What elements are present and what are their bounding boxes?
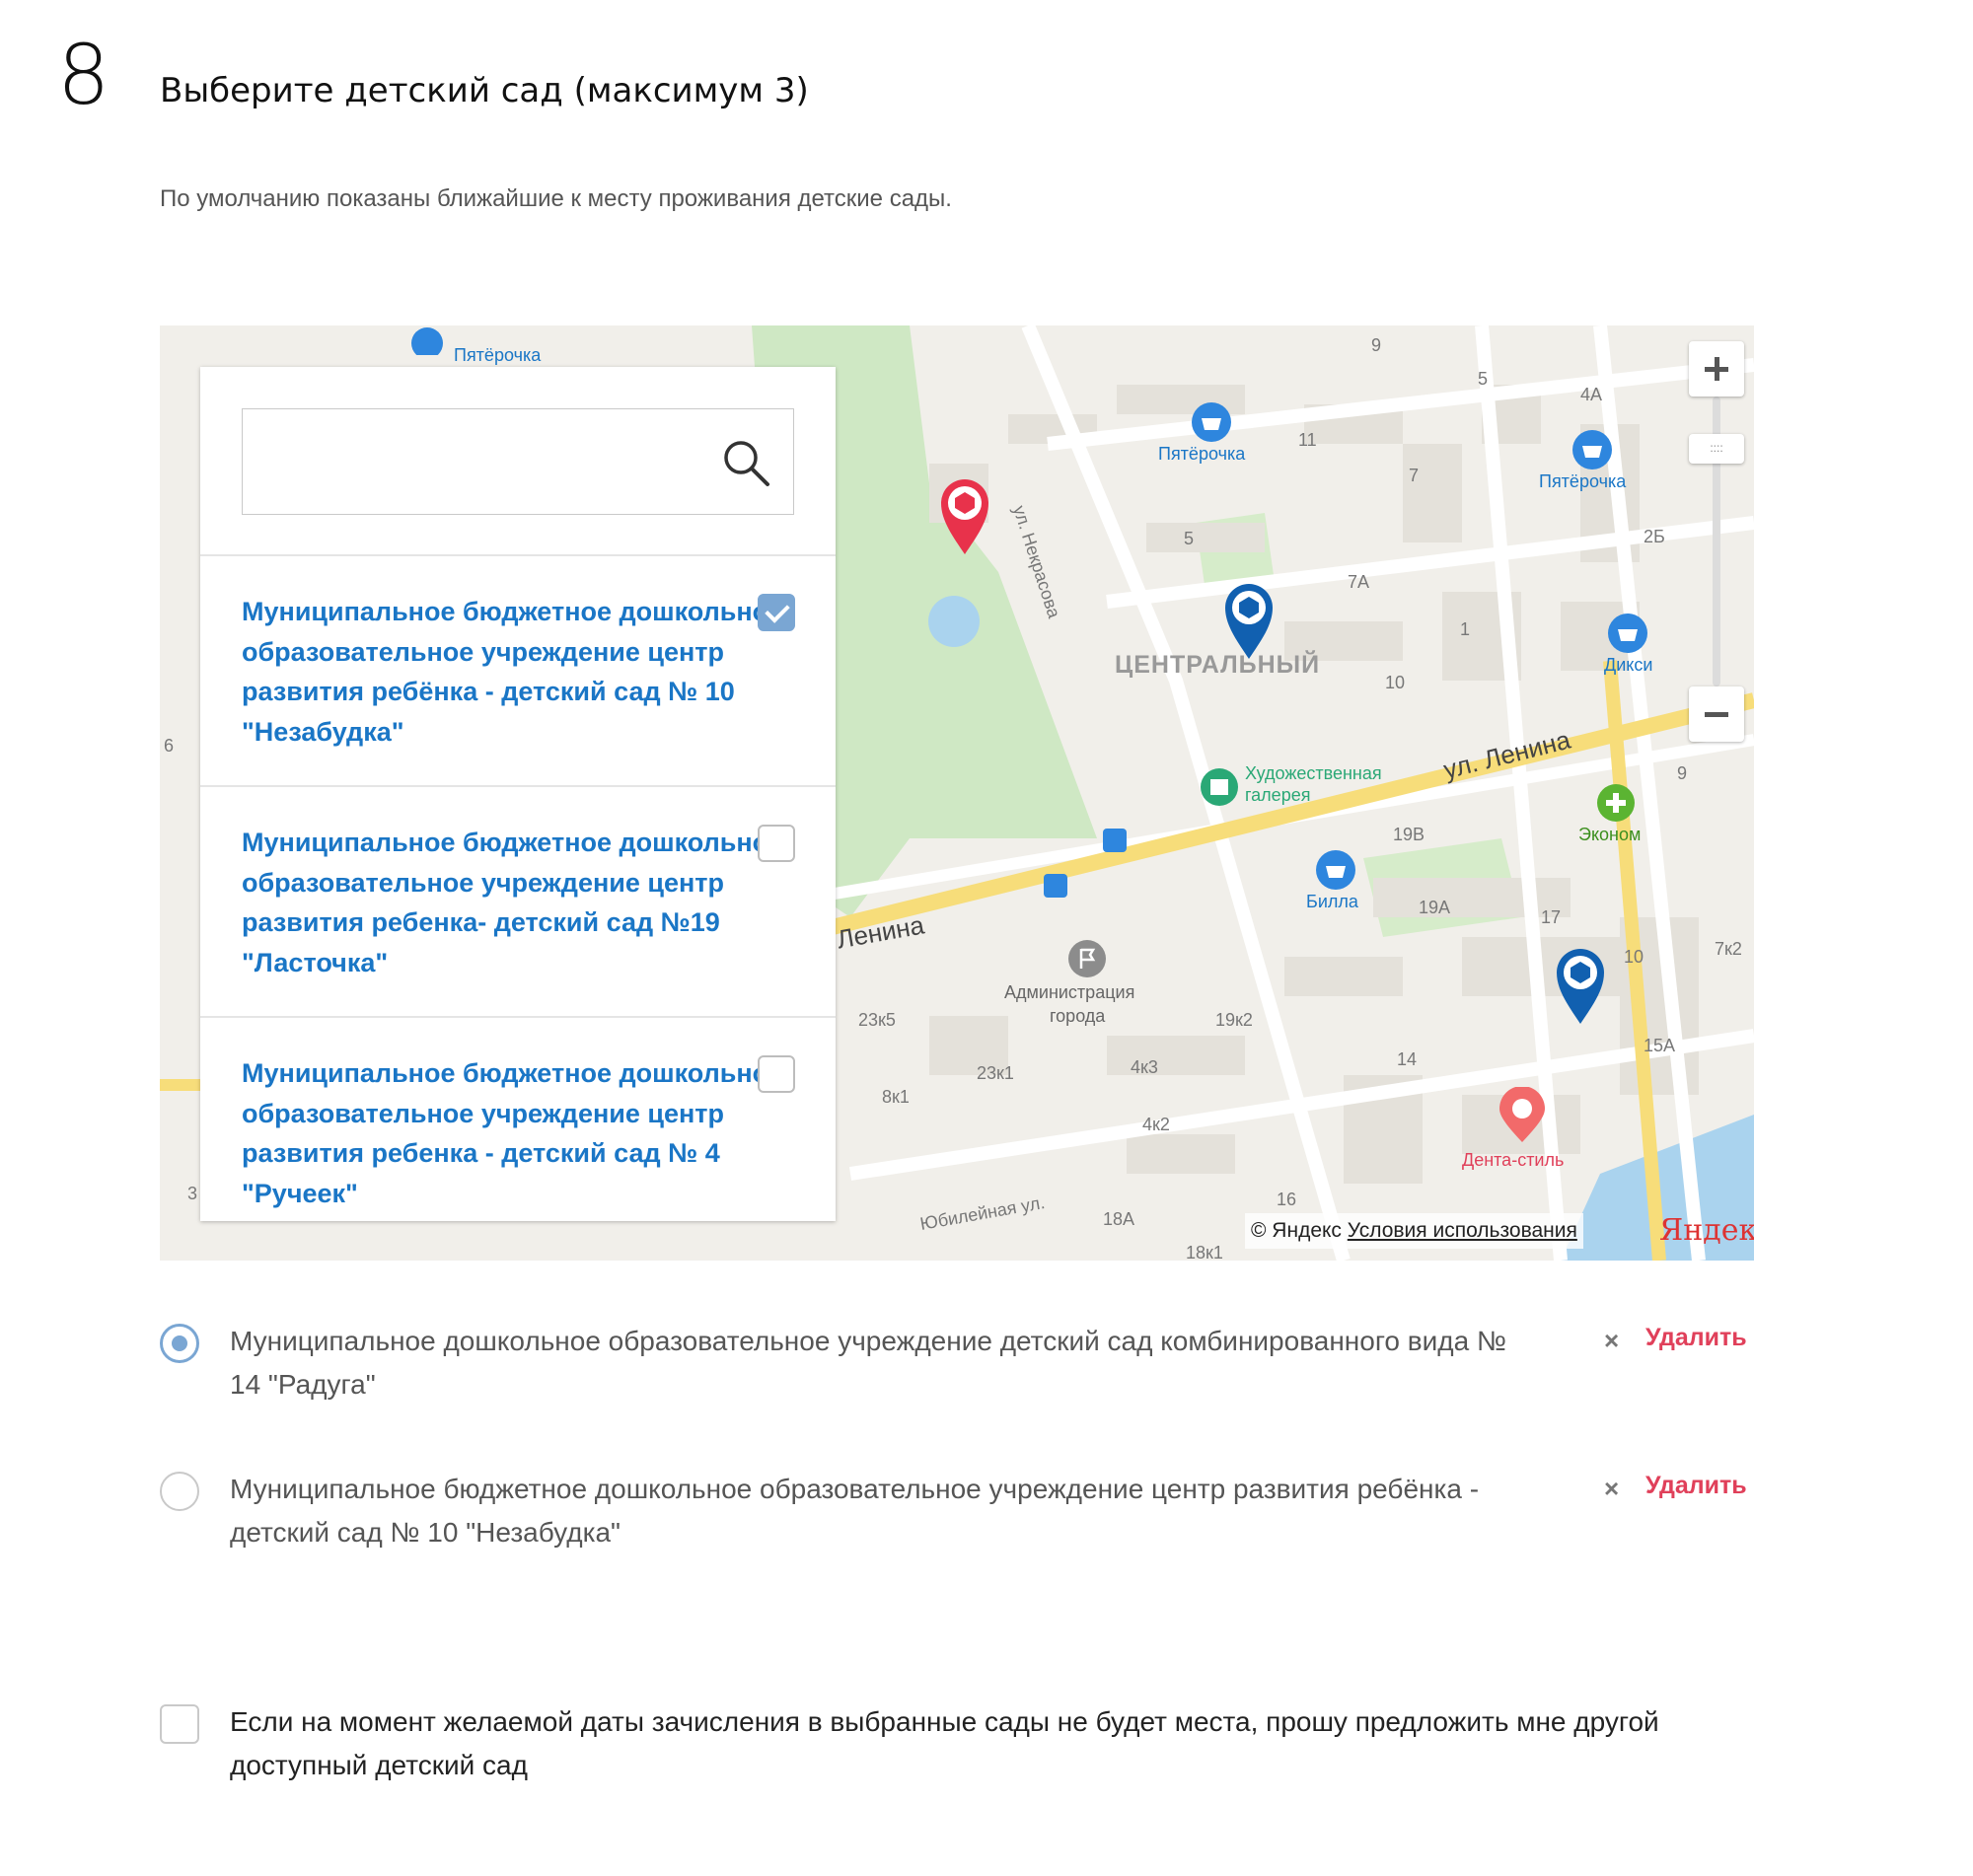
kindergarten-pin[interactable]	[1555, 947, 1606, 1026]
priority-radio[interactable]	[160, 1472, 199, 1511]
shop-icon	[1192, 402, 1231, 442]
house-number: 8к1	[882, 1087, 910, 1107]
house-number: 16	[1277, 1190, 1297, 1209]
house-number: 23к5	[858, 1010, 896, 1030]
zoom-slider-handle[interactable]: ::::	[1689, 434, 1744, 464]
house-number: 4к3	[1131, 1057, 1158, 1077]
offer-other-label[interactable]: Если на момент желаемой даты зачисления …	[230, 1700, 1710, 1787]
terms-link[interactable]: Условия использования	[1348, 1219, 1577, 1242]
poi-label-gallery-2: галерея	[1245, 785, 1311, 805]
step-title: Выберите детский сад (максимум 3)	[160, 71, 809, 110]
house-number: 11	[1298, 430, 1317, 450]
kindergarten-checkbox[interactable]	[758, 825, 795, 862]
map[interactable]: ул. Некрасова ул. Ленина Ленина Юбилейна…	[160, 325, 1754, 1261]
yandex-logo: Яндекс	[1659, 1213, 1754, 1248]
selected-kindergarten-name: Муниципальное дошкольное образовательное…	[230, 1326, 1507, 1400]
house-number: 19А	[1419, 898, 1451, 917]
shop-icon	[1572, 430, 1612, 469]
selected-kindergarten-name: Муниципальное бюджетное дошкольное образ…	[230, 1474, 1480, 1548]
list-item[interactable]: Муниципальное бюджетное дошкольное образ…	[200, 787, 836, 1016]
house-number: 4к2	[1142, 1115, 1170, 1134]
remove-button[interactable]: Удалить	[1645, 1472, 1747, 1500]
kindergarten-checkbox[interactable]	[758, 594, 795, 631]
poi-label-gallery: Художественная	[1245, 763, 1382, 783]
bus-stop-icon	[1044, 874, 1067, 898]
poi-label-pyaterochka: Пятёрочка	[1158, 444, 1246, 464]
dentist-icon	[1499, 1087, 1545, 1142]
house-number: 23к1	[977, 1063, 1014, 1083]
close-icon[interactable]: ×	[1604, 1326, 1619, 1356]
search-input[interactable]	[243, 409, 706, 514]
zoom-in-button[interactable]	[1689, 341, 1744, 397]
copyright-text: © Яндекс	[1251, 1219, 1342, 1242]
bus-stop-icon	[1103, 829, 1127, 852]
house-number: 1	[1460, 619, 1471, 639]
shop-icon-top	[411, 327, 443, 355]
house-number: 5	[1478, 369, 1489, 389]
kindergarten-name[interactable]: Муниципальное бюджетное дошкольное образ…	[242, 592, 794, 752]
house-number: 7А	[1348, 572, 1370, 592]
house-number: 4А	[1580, 385, 1603, 404]
kindergarten-name[interactable]: Муниципальное бюджетное дошкольное образ…	[242, 823, 794, 982]
zoom-out-button[interactable]	[1689, 686, 1744, 742]
house-number: 5	[1184, 529, 1195, 548]
house-number: 18А	[1103, 1209, 1135, 1229]
selected-kindergarten-pin[interactable]	[939, 477, 990, 556]
house-number: 2Б	[1644, 527, 1665, 546]
poi-label-ekonom: Эконом	[1578, 825, 1642, 844]
house-number: 10	[1385, 673, 1406, 692]
house-number: 9	[1677, 763, 1688, 783]
poi-label-admin-2: города	[1050, 1006, 1106, 1026]
poi-label-diksi: Дикси	[1604, 655, 1653, 675]
kindergarten-name[interactable]: Муниципальное бюджетное дошкольное образ…	[242, 1053, 794, 1213]
search-box	[242, 408, 794, 515]
flag-icon	[1068, 940, 1106, 977]
list-item[interactable]: Муниципальное бюджетное дошкольное образ…	[200, 1018, 836, 1221]
house-number: 7к2	[1715, 939, 1742, 959]
house-number: 3	[187, 1184, 198, 1203]
poi-label-pyaterochka-top: Пятёрочка	[454, 345, 542, 365]
house-number: 7	[1409, 466, 1420, 485]
house-number: 17	[1541, 907, 1562, 927]
house-number: 6	[164, 736, 175, 756]
house-number: 9	[1371, 335, 1382, 355]
kindergarten-list-panel: Муниципальное бюджетное дошкольное образ…	[200, 367, 836, 1221]
list-item[interactable]: Муниципальное бюджетное дошкольное образ…	[200, 556, 836, 785]
close-icon[interactable]: ×	[1604, 1474, 1619, 1504]
poi-label-denta: Дента-стиль	[1462, 1150, 1565, 1170]
kindergarten-checkbox[interactable]	[758, 1055, 795, 1093]
poi-label-billa: Билла	[1306, 892, 1358, 911]
map-copyright: © Яндекс Условия использования	[1245, 1213, 1583, 1249]
kindergarten-pin[interactable]	[1223, 582, 1275, 661]
search-icon[interactable]	[720, 437, 771, 488]
poi-label-pyaterochka: Пятёрочка	[1539, 471, 1627, 491]
house-number: 19В	[1393, 825, 1425, 844]
museum-icon	[1201, 768, 1238, 806]
house-number: 10	[1624, 947, 1644, 967]
step-number: 8	[57, 27, 110, 123]
poi-label-admin: Администрация	[1004, 982, 1135, 1002]
house-number: 14	[1397, 1049, 1418, 1069]
step-hint: По умолчанию показаны ближайшие к месту …	[160, 185, 952, 212]
district-label: ЦЕНТРАЛЬНЫЙ	[1115, 651, 1321, 679]
remove-button[interactable]: Удалить	[1645, 1324, 1747, 1352]
priority-radio[interactable]	[160, 1324, 199, 1363]
shop-icon	[1316, 850, 1355, 890]
offer-other-checkbox[interactable]	[160, 1704, 199, 1744]
house-number: 18к1	[1186, 1243, 1223, 1261]
house-number: 19к2	[1215, 1010, 1253, 1030]
shop-icon	[1608, 613, 1647, 653]
house-number: 15А	[1644, 1036, 1676, 1055]
pharmacy-icon	[1597, 784, 1635, 822]
